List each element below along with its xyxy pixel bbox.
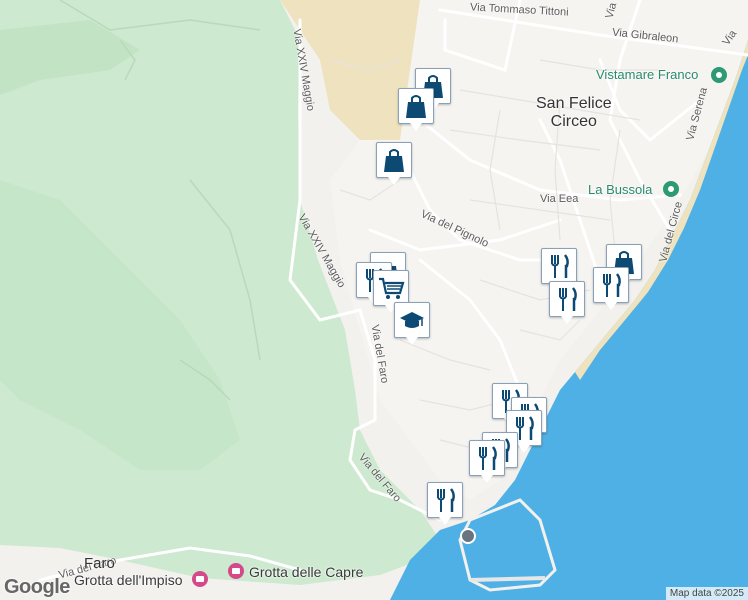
shopping-cart-icon bbox=[379, 277, 405, 299]
marker-school[interactable] bbox=[394, 302, 430, 345]
restaurant-icon bbox=[551, 254, 569, 278]
marker-shopping-cart[interactable] bbox=[373, 270, 409, 313]
map-attribution[interactable]: Map data ©2025 bbox=[665, 587, 748, 600]
street-label-eea: Via Eea bbox=[540, 193, 579, 205]
poi-label-impiso[interactable]: Grotta dell'Impiso bbox=[74, 572, 183, 588]
restaurant-icon bbox=[559, 287, 577, 311]
camera-poi-icon[interactable] bbox=[228, 563, 244, 579]
shopping-bag-icon bbox=[384, 149, 404, 172]
marker-restaurant[interactable] bbox=[469, 440, 505, 483]
poi-label-vistamare[interactable]: Vistamare Franco bbox=[596, 67, 698, 82]
restaurant-poi-icon[interactable] bbox=[711, 67, 727, 83]
marker-restaurant[interactable] bbox=[549, 281, 585, 324]
marina-icon[interactable] bbox=[460, 528, 476, 544]
restaurant-icon bbox=[603, 273, 621, 297]
restaurant-poi-icon[interactable] bbox=[663, 181, 679, 197]
marker-shopping-bag[interactable] bbox=[398, 88, 434, 131]
place-label-faro: Faro bbox=[84, 555, 115, 572]
map-canvas[interactable]: Via Tommaso Tittoni Via Gibraleon Via T … bbox=[0, 0, 748, 600]
poi-label-bussola[interactable]: La Bussola bbox=[588, 182, 652, 197]
restaurant-icon bbox=[479, 446, 497, 470]
marker-restaurant[interactable] bbox=[427, 482, 463, 525]
marker-shopping-bag[interactable] bbox=[376, 142, 412, 185]
school-icon bbox=[400, 312, 424, 328]
google-logo[interactable]: Google bbox=[4, 576, 70, 599]
restaurant-icon bbox=[437, 488, 455, 512]
shopping-bag-icon bbox=[406, 95, 426, 118]
town-label: San Felice Circeo bbox=[536, 95, 612, 130]
camera-poi-icon[interactable] bbox=[192, 571, 208, 587]
poi-label-capre[interactable]: Grotta delle Capre bbox=[249, 564, 363, 580]
marker-restaurant[interactable] bbox=[593, 267, 629, 310]
marker-restaurant[interactable] bbox=[541, 248, 577, 291]
